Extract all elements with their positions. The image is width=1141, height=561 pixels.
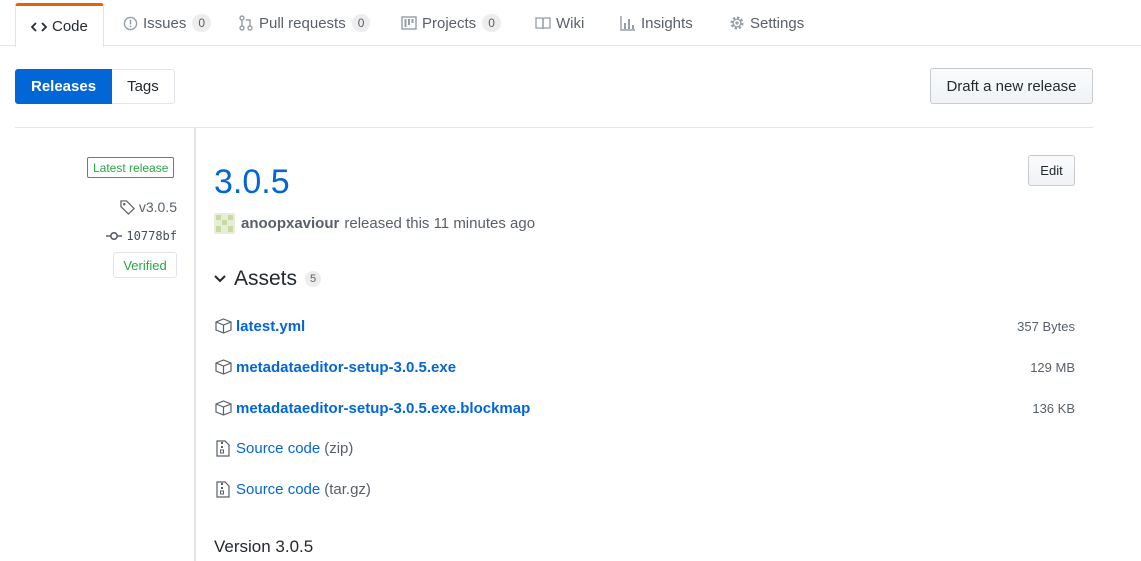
issue-icon (122, 15, 138, 31)
pull-request-icon (238, 15, 254, 31)
gear-icon (729, 15, 745, 31)
release-author[interactable]: anoopxaviour (241, 215, 339, 232)
tab-issues[interactable]: Issues 0 (122, 0, 212, 46)
graph-icon (620, 15, 636, 31)
verified-badge[interactable]: Verified (113, 252, 177, 278)
release-time: released this 11 minutes ago (344, 215, 536, 232)
asset-row: latest.yml 357 Bytes (214, 315, 1075, 337)
file-zip-icon (214, 480, 232, 498)
tab-label: Issues (143, 14, 187, 32)
asset-link[interactable]: metadataeditor-setup-3.0.5.exe (236, 359, 456, 376)
book-icon (535, 15, 551, 31)
tag-icon (120, 199, 135, 215)
asset-link[interactable]: Source code (236, 440, 320, 457)
asset-row: Source code (tar.gz) (214, 478, 1075, 500)
project-icon (401, 15, 417, 31)
draft-new-release-button[interactable]: Draft a new release (930, 68, 1093, 104)
tab-label: Projects (422, 14, 477, 32)
release-title[interactable]: 3.0.5 (214, 160, 290, 204)
asset-link[interactable]: metadataeditor-setup-3.0.5.exe.blockmap (236, 400, 530, 417)
asset-link[interactable]: latest.yml (236, 318, 305, 335)
tab-insights[interactable]: Insights (620, 0, 693, 46)
package-icon (214, 317, 232, 335)
tab-projects[interactable]: Projects 0 (401, 0, 501, 46)
package-icon (214, 399, 232, 417)
asset-row: Source code (zip) (214, 437, 1075, 459)
asset-size: 357 Bytes (1017, 318, 1075, 334)
pull-requests-counter: 0 (351, 14, 371, 32)
tab-pull-requests[interactable]: Pull requests 0 (238, 0, 371, 46)
tab-label: Code (52, 18, 88, 35)
tab-settings[interactable]: Settings (729, 0, 804, 46)
asset-format[interactable]: (zip) (324, 440, 353, 457)
release-byline: anoopxaviour released this 11 minutes ag… (214, 213, 535, 234)
release-notes-heading: Version 3.0.5 (214, 537, 314, 556)
release-tag[interactable]: v3.0.5 (120, 199, 177, 215)
assets-toggle[interactable]: Assets 5 (214, 267, 322, 291)
releases-subnav: Releases Tags (15, 69, 175, 104)
git-commit-icon (106, 231, 123, 241)
latest-release-badge: Latest release (87, 157, 175, 178)
asset-format[interactable]: (tar.gz) (324, 481, 371, 498)
asset-size: 129 MB (1030, 359, 1075, 375)
projects-counter: 0 (482, 14, 501, 32)
assets-counter: 5 (305, 271, 322, 287)
asset-size: 136 KB (1032, 400, 1075, 416)
tab-label: Settings (750, 14, 805, 32)
tab-label: Pull requests (259, 14, 346, 32)
tab-label: Wiki (556, 14, 585, 32)
assets-heading: Assets (234, 267, 298, 290)
asset-row: metadataeditor-setup-3.0.5.exe.blockmap … (214, 397, 1075, 419)
tab-code[interactable]: Code (15, 3, 104, 47)
release-timeline-divider (194, 128, 196, 561)
release-tag-label: v3.0.5 (138, 199, 177, 215)
issues-counter: 0 (192, 14, 212, 32)
repo-nav: Code Issues 0 Pull requests 0 Projects 0… (0, 0, 1141, 47)
tab-label: Insights (641, 14, 693, 32)
commit-sha: 10778bf (126, 229, 177, 243)
chevron-down-icon (214, 275, 226, 283)
asset-link[interactable]: Source code (236, 481, 320, 498)
avatar[interactable] (214, 213, 235, 234)
divider (15, 127, 1093, 128)
package-icon (214, 358, 232, 376)
release-commit[interactable]: 10778bf (106, 229, 177, 243)
tab-wiki[interactable]: Wiki (535, 0, 584, 46)
file-zip-icon (214, 439, 232, 457)
subnav-tags[interactable]: Tags (112, 69, 175, 104)
code-icon (31, 19, 47, 35)
asset-row: metadataeditor-setup-3.0.5.exe 129 MB (214, 356, 1075, 378)
subnav-releases[interactable]: Releases (15, 69, 113, 104)
edit-release-button[interactable]: Edit (1028, 155, 1075, 186)
